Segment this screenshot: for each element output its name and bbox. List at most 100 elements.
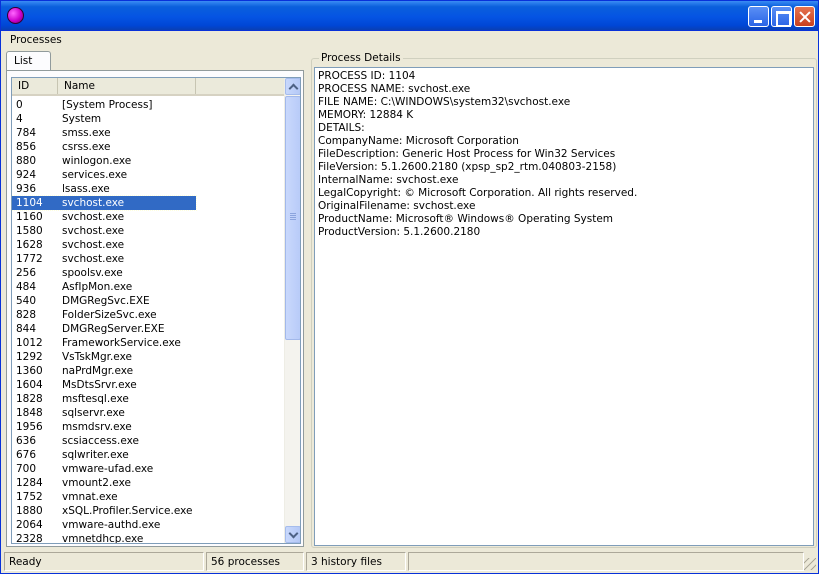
list-item[interactable]: 700 vmware-ufad.exe bbox=[12, 462, 284, 476]
status-ready: Ready bbox=[4, 552, 204, 571]
list-item[interactable]: 880 winlogon.exe bbox=[12, 154, 284, 168]
cell-id: 2328 bbox=[16, 533, 43, 544]
list-item[interactable]: 1628 svchost.exe bbox=[12, 238, 284, 252]
vertical-scrollbar[interactable] bbox=[284, 78, 300, 543]
cell-id: 1880 bbox=[16, 505, 43, 517]
cell-name: svchost.exe bbox=[62, 253, 125, 265]
cell-name: spoolsv.exe bbox=[62, 267, 123, 279]
cell-name: [System Process] bbox=[62, 99, 153, 111]
detail-line: ProductName: Microsoft® Windows® Operati… bbox=[318, 213, 614, 225]
cell-name: winlogon.exe bbox=[62, 155, 132, 167]
list-item[interactable]: 1160 svchost.exe bbox=[12, 210, 284, 224]
cell-name: VsTskMgr.exe bbox=[62, 351, 132, 363]
cell-id: 1956 bbox=[16, 421, 43, 433]
tab-list[interactable]: List bbox=[6, 51, 51, 71]
detail-line: FILE NAME: C:\WINDOWS\system32\svchost.e… bbox=[318, 96, 571, 108]
cell-id: 1012 bbox=[16, 337, 43, 349]
list-item[interactable]: 924 services.exe bbox=[12, 168, 284, 182]
column-header-blank[interactable] bbox=[196, 78, 284, 94]
list-rows: 0 [System Process] 4 System 784 smss.exe 856 cs… bbox=[12, 98, 284, 544]
list-item[interactable]: 1828 msftesql.exe bbox=[12, 392, 284, 406]
cell-id: 784 bbox=[16, 127, 37, 139]
list-item[interactable]: 1772 svchost.exe bbox=[12, 252, 284, 266]
detail-line: DETAILS: bbox=[318, 122, 365, 134]
cell-name: services.exe bbox=[62, 169, 128, 181]
list-item[interactable]: 2064 vmware-authd.exe bbox=[12, 518, 284, 532]
list-item[interactable]: 784 smss.exe bbox=[12, 126, 284, 140]
scroll-down-button[interactable] bbox=[285, 526, 300, 543]
cell-id: 1160 bbox=[16, 211, 43, 223]
cell-name: vmware-ufad.exe bbox=[62, 463, 154, 475]
cell-name: sqlwriter.exe bbox=[62, 449, 129, 461]
list-item[interactable]: 1284 vmount2.exe bbox=[12, 476, 284, 490]
list-item[interactable]: 484 AsfIpMon.exe bbox=[12, 280, 284, 294]
list-tab-panel: ID Name 0 [System Process] 4 System 784 smss.… bbox=[6, 70, 304, 547]
cell-name: svchost.exe bbox=[62, 197, 125, 209]
cell-id: 636 bbox=[16, 435, 37, 447]
scroll-up-button[interactable] bbox=[285, 78, 300, 95]
list-item[interactable]: 856 csrss.exe bbox=[12, 140, 284, 154]
list-item[interactable]: 828 FolderSizeSvc.exe bbox=[12, 308, 284, 322]
list-item[interactable]: 676 sqlwriter.exe bbox=[12, 448, 284, 462]
app-icon[interactable] bbox=[7, 7, 24, 24]
resize-grip[interactable] bbox=[804, 558, 816, 570]
cell-name: vmount2.exe bbox=[62, 477, 131, 489]
scroll-thumb[interactable] bbox=[285, 96, 300, 340]
list-item[interactable]: 4 System bbox=[12, 112, 284, 126]
list-item[interactable]: 1956 msmdsrv.exe bbox=[12, 420, 284, 434]
cell-id: 256 bbox=[16, 267, 37, 279]
cell-name: scsiaccess.exe bbox=[62, 435, 139, 447]
list-item[interactable]: 844 DMGRegServer.EXE bbox=[12, 322, 284, 336]
detail-line: PROCESS ID: 1104 bbox=[318, 70, 416, 82]
cell-id: 1284 bbox=[16, 477, 43, 489]
cell-name: vmnat.exe bbox=[62, 491, 118, 503]
list-item[interactable]: 636 scsiaccess.exe bbox=[12, 434, 284, 448]
list-item[interactable]: 1012 FrameworkService.exe bbox=[12, 336, 284, 350]
column-header-name[interactable]: Name bbox=[58, 78, 196, 94]
minimize-button[interactable] bbox=[748, 6, 769, 27]
detail-line: FileDescription: Generic Host Process fo… bbox=[318, 148, 616, 160]
detail-line: CompanyName: Microsoft Corporation bbox=[318, 135, 519, 147]
process-details-legend: Process Details bbox=[319, 52, 403, 64]
cell-name: svchost.exe bbox=[62, 239, 125, 251]
list-item[interactable]: 1880 xSQL.Profiler.Service.exe bbox=[12, 504, 284, 518]
detail-line: InternalName: svchost.exe bbox=[318, 174, 459, 186]
cell-id: 856 bbox=[16, 141, 37, 153]
status-bar: Ready 56 processes 3 history files bbox=[1, 550, 818, 573]
menu-bar: Processes bbox=[1, 32, 818, 49]
list-item[interactable]: 0 [System Process] bbox=[12, 98, 284, 112]
cell-id: 1628 bbox=[16, 239, 43, 251]
list-item[interactable]: 256 spoolsv.exe bbox=[12, 266, 284, 280]
list-item[interactable]: 936 lsass.exe bbox=[12, 182, 284, 196]
cell-id: 1292 bbox=[16, 351, 43, 363]
cell-name: smss.exe bbox=[62, 127, 111, 139]
maximize-button[interactable] bbox=[771, 6, 792, 27]
list-item[interactable]: 1580 svchost.exe bbox=[12, 224, 284, 238]
list-item[interactable]: 1604 MsDtsSrvr.exe bbox=[12, 378, 284, 392]
title-bar[interactable] bbox=[1, 1, 818, 31]
cell-id: 1772 bbox=[16, 253, 43, 265]
cell-id: 936 bbox=[16, 183, 37, 195]
cell-id: 0 bbox=[16, 99, 23, 111]
column-header-id[interactable]: ID bbox=[12, 78, 58, 94]
list-item[interactable]: 1360 naPrdMgr.exe bbox=[12, 364, 284, 378]
cell-id: 1580 bbox=[16, 225, 43, 237]
list-item[interactable]: 1104 svchost.exe bbox=[12, 195, 284, 211]
cell-id: 1104 bbox=[16, 197, 43, 209]
list-item[interactable]: 1848 sqlservr.exe bbox=[12, 406, 284, 420]
list-header: ID Name bbox=[12, 78, 284, 96]
close-button[interactable] bbox=[794, 6, 815, 27]
list-item[interactable]: 1292 VsTskMgr.exe bbox=[12, 350, 284, 364]
menu-processes[interactable]: Processes bbox=[10, 34, 62, 46]
cell-name: sqlservr.exe bbox=[62, 407, 125, 419]
process-list[interactable]: ID Name 0 [System Process] 4 System 784 smss.… bbox=[11, 77, 301, 544]
list-item[interactable]: 540 DMGRegSvc.EXE bbox=[12, 294, 284, 308]
tab-list-label: List bbox=[14, 55, 33, 67]
process-details-text[interactable]: PROCESS ID: 1104 PROCESS NAME: svchost.ex… bbox=[314, 67, 814, 546]
list-item[interactable]: 2328 vmnetdhcp.exe bbox=[12, 532, 284, 544]
cell-id: 844 bbox=[16, 323, 37, 335]
detail-line: PROCESS NAME: svchost.exe bbox=[318, 83, 471, 95]
status-extra bbox=[408, 552, 804, 571]
list-item[interactable]: 1752 vmnat.exe bbox=[12, 490, 284, 504]
cell-id: 1360 bbox=[16, 365, 43, 377]
